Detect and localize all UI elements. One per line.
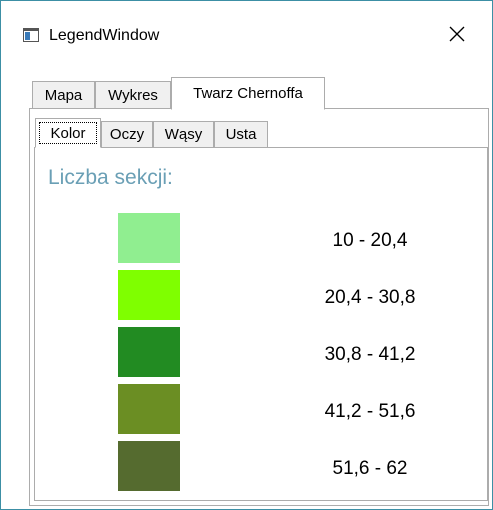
close-icon [449,26,465,47]
legend-range-2: 20,4 - 30,8 [324,287,416,308]
legend-window: LegendWindow Mapa Wykres Twarz Chernoffa… [0,0,493,510]
section-count-label: Liczba sekcji: [48,166,173,189]
legend-swatch-5 [118,441,180,491]
tab-label: Wąsy [164,126,203,143]
tab-kolor[interactable]: Kolor [35,118,101,148]
tab-wasy[interactable]: Wąsy [153,121,214,148]
tab-label: Mapa [44,87,83,104]
title-bar[interactable]: LegendWindow [1,1,492,44]
tab-wykres[interactable]: Wykres [95,81,171,110]
legend-range-3: 30,8 - 41,2 [324,344,416,365]
tab-usta[interactable]: Usta [214,121,268,148]
tab-content-twarz-chernoffa: Kolor Oczy Wąsy Usta Liczba sekcji: 10 -… [29,108,489,506]
tab-mapa[interactable]: Mapa [32,81,95,110]
legend-swatch-2 [118,270,180,320]
tab-oczy[interactable]: Oczy [101,121,153,148]
legend-range-5: 51,6 - 62 [332,458,408,479]
tab-label: Kolor [50,124,86,142]
tab-label: Oczy [109,126,145,143]
tab-twarz-chernoffa[interactable]: Twarz Chernoffa [171,77,325,110]
window-app-icon [23,28,39,42]
legend-range-4: 41,2 - 51,6 [324,401,416,422]
tab-label: Wykres [108,87,158,104]
legend-swatch-3 [118,327,180,377]
window-title: LegendWindow [49,27,160,44]
legend-swatch-1 [118,213,180,263]
tab-label: Twarz Chernoffa [193,85,303,102]
tab-label: Usta [225,126,257,143]
tab-content-kolor: Liczba sekcji: 10 - 20,4 20,4 - 30,8 30,… [34,147,488,501]
legend-swatch-4 [118,384,180,434]
legend-range-1: 10 - 20,4 [332,230,408,251]
close-button[interactable] [437,19,477,53]
